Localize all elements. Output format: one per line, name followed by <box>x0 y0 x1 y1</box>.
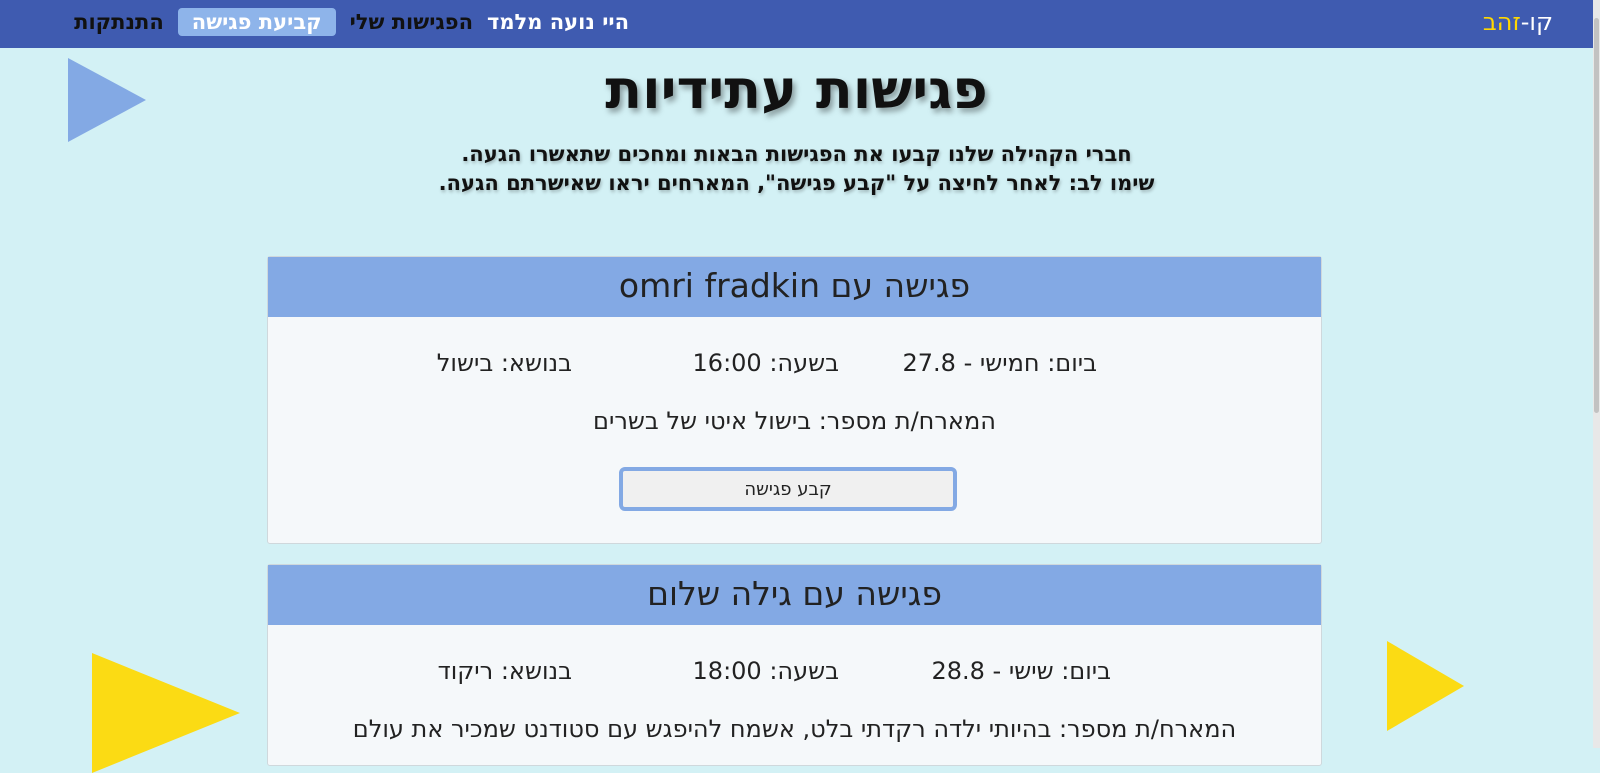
meeting-day: ביום: חמישי - 27.8 <box>902 349 1098 377</box>
nav-links: היי נועה מלמד הפגישות שלי קביעת פגישה הת… <box>74 8 629 36</box>
intro-text: חברי הקהילה שלנו קבעו את הפגישות הבאות ו… <box>0 140 1593 198</box>
meeting-time: בשעה: 16:00 <box>692 349 839 377</box>
greeting-label: היי נועה מלמד <box>487 10 629 34</box>
book-meeting-button[interactable]: קבע פגישה <box>619 467 957 511</box>
decorative-yellow-triangle-left <box>92 653 240 773</box>
nav-logout[interactable]: התנתקות <box>74 8 164 36</box>
meeting-card: פגישה עם omri fradkin ביום: חמישי - 27.8… <box>267 256 1322 544</box>
intro-line-2: שימו לב: לאחר לחיצה על "קבע פגישה", המאר… <box>438 171 1155 195</box>
scrollbar-thumb[interactable] <box>1594 18 1599 413</box>
host-description: המארח/ת מספר: בהיותי ילדה רקדתי בלט, אשמ… <box>352 715 1237 743</box>
decorative-yellow-triangle-right <box>1387 641 1464 731</box>
page-scrollbar[interactable] <box>1593 0 1600 748</box>
meeting-day: ביום: שישי - 28.8 <box>931 657 1111 685</box>
meeting-time: בשעה: 18:00 <box>692 657 839 685</box>
host-description: המארח/ת מספר: בישול איטי של בשרים <box>593 407 996 435</box>
top-navbar: קו-זהב היי נועה מלמד הפגישות שלי קביעת פ… <box>0 0 1593 48</box>
brand-prefix: קו- <box>1520 8 1553 36</box>
meeting-card: פגישה עם גילה שלום ביום: שישי - 28.8 בשע… <box>267 564 1322 766</box>
intro-line-1: חברי הקהילה שלנו קבעו את הפגישות הבאות ו… <box>461 142 1132 166</box>
brand-logo[interactable]: קו-זהב <box>1483 8 1553 36</box>
nav-my-meetings[interactable]: הפגישות שלי <box>350 8 473 36</box>
meeting-card-title: פגישה עם גילה שלום <box>268 565 1321 625</box>
page-title: פגישות עתידיות <box>605 58 988 121</box>
meeting-topic: בנושא: ריקוד <box>437 657 572 685</box>
meeting-topic: בנושא: בישול <box>436 349 572 377</box>
nav-schedule-meeting[interactable]: קביעת פגישה <box>177 8 336 36</box>
meeting-card-title: פגישה עם omri fradkin <box>268 257 1321 317</box>
brand-gold: זהב <box>1482 8 1521 36</box>
